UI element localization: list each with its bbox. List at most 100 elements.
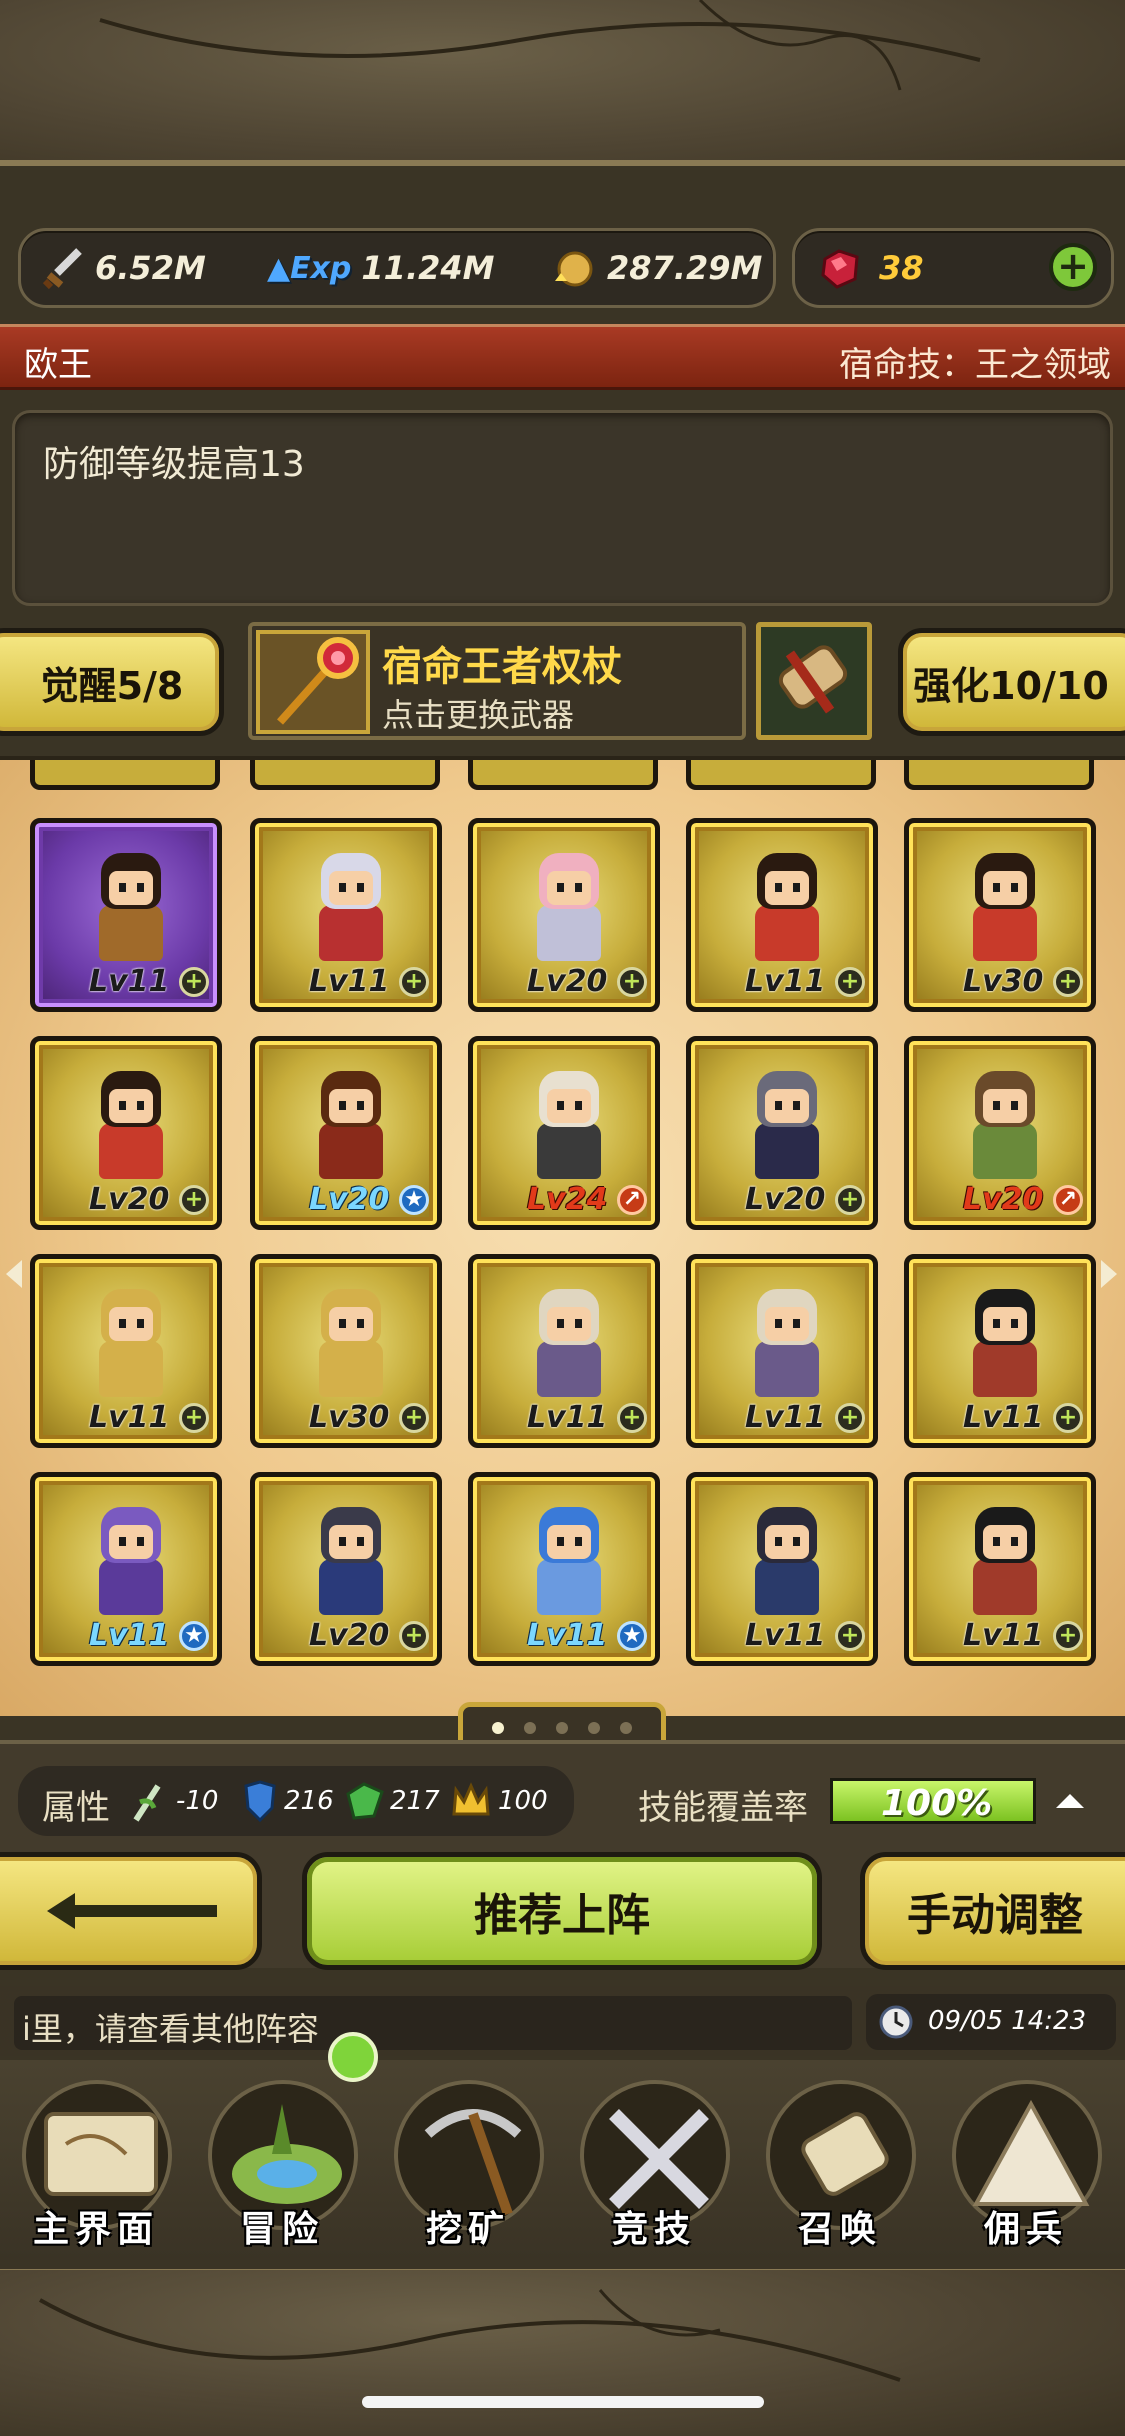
- hero-card[interactable]: Lv20 +: [686, 1036, 878, 1230]
- hero-level: Lv11: [89, 1400, 170, 1435]
- hero-portrait: [737, 845, 837, 965]
- nav-summon[interactable]: 召唤: [748, 2060, 932, 2260]
- page-left-arrow-icon[interactable]: [6, 1260, 22, 1288]
- page-dot: [620, 1722, 632, 1734]
- skill-description-box: 防御等级提高13: [12, 410, 1113, 606]
- hero-card[interactable]: Lv20 +: [250, 1472, 442, 1666]
- shield-icon: [242, 1780, 278, 1824]
- upgrade-plus-icon: +: [179, 967, 209, 997]
- hero-card[interactable]: Lv30 +: [250, 1254, 442, 1448]
- hero-card[interactable]: Lv24 ↗: [468, 1036, 660, 1230]
- nav-adventure[interactable]: 冒险: [190, 2060, 374, 2260]
- page-dot: [588, 1722, 600, 1734]
- weapon-selector[interactable]: 宿命王者权杖 点击更换武器: [248, 622, 746, 740]
- star-badge-icon: ★: [179, 1621, 209, 1651]
- enhance-button[interactable]: 强化10/10: [898, 628, 1125, 736]
- hero-level: Lv20: [309, 1618, 390, 1653]
- back-button[interactable]: [0, 1852, 262, 1970]
- scepter-icon: [256, 630, 370, 734]
- card-partial: [250, 760, 440, 790]
- hero-card[interactable]: Lv11 +: [686, 1472, 878, 1666]
- gem-value: 38: [879, 249, 924, 287]
- nav-label: 主界面: [32, 2209, 159, 2250]
- hero-level: Lv11: [745, 1618, 826, 1653]
- star-badge-icon: ★: [399, 1185, 429, 1215]
- hero-card[interactable]: Lv11 +: [468, 1254, 660, 1448]
- hero-card[interactable]: Lv11 +: [30, 1254, 222, 1448]
- hero-level: Lv11: [89, 964, 170, 999]
- attribute-label: 属性: [42, 1788, 110, 1828]
- hero-title-bar: 欧王 宿命技：王之领域: [0, 324, 1125, 390]
- upgrade-plus-icon: +: [399, 967, 429, 997]
- page-dot: [556, 1722, 568, 1734]
- message-ticker[interactable]: i里，请查看其他阵容: [14, 1996, 852, 2050]
- hero-card[interactable]: Lv11 +: [686, 1254, 878, 1448]
- add-gems-button[interactable]: +: [1049, 243, 1097, 291]
- hero-portrait: [519, 845, 619, 965]
- nav-label: 佣兵: [983, 2209, 1068, 2250]
- hero-portrait: [955, 1063, 1055, 1183]
- hero-level: Lv11: [527, 1400, 608, 1435]
- defense-value: 216: [284, 1786, 334, 1816]
- upgrade-plus-icon: +: [179, 1403, 209, 1433]
- nav-home[interactable]: 主界面: [4, 2060, 188, 2260]
- clock-icon: [878, 2004, 914, 2040]
- upgrade-plus-icon: +: [399, 1403, 429, 1433]
- hero-portrait: [737, 1499, 837, 1619]
- hero-card[interactable]: Lv30 +: [904, 818, 1096, 1012]
- attack-value: 6.52M: [95, 249, 206, 287]
- hero-portrait: [955, 845, 1055, 965]
- recommend-lineup-button[interactable]: 推荐上阵: [302, 1852, 822, 1970]
- star-badge-icon: ★: [617, 1621, 647, 1651]
- home-indicator[interactable]: [362, 2396, 764, 2408]
- hero-level: Lv24: [527, 1182, 608, 1217]
- hero-level: Lv20: [963, 1182, 1044, 1217]
- sword-icon: [39, 245, 85, 291]
- hero-portrait: [955, 1281, 1055, 1401]
- manual-adjust-button[interactable]: 手动调整: [860, 1852, 1125, 1970]
- hero-card[interactable]: Lv11 ★: [30, 1472, 222, 1666]
- ruby-icon: [817, 245, 863, 291]
- hero-card[interactable]: Lv11 +: [250, 818, 442, 1012]
- hero-level: Lv20: [527, 964, 608, 999]
- destiny-skill[interactable]: 宿命技：王之领域: [839, 337, 1111, 386]
- hero-card[interactable]: Lv11 ★: [468, 1472, 660, 1666]
- hero-portrait: [301, 845, 401, 965]
- hero-name: 欧王: [24, 345, 92, 385]
- nav-mining[interactable]: 挖矿: [376, 2060, 560, 2260]
- exp-icon: ▲Exp: [267, 250, 352, 286]
- hero-portrait: [81, 1063, 181, 1183]
- hero-level: Lv11: [745, 1400, 826, 1435]
- hero-card[interactable]: Lv20 +: [468, 818, 660, 1012]
- nav-mercenary[interactable]: 佣兵: [934, 2060, 1118, 2260]
- hero-card[interactable]: Lv20 ★: [250, 1036, 442, 1230]
- hero-level: Lv11: [89, 1618, 170, 1653]
- upgrade-plus-icon: +: [179, 1185, 209, 1215]
- hero-portrait: [81, 1281, 181, 1401]
- hero-portrait: [737, 1281, 837, 1401]
- clock-time: 09/05 14:23: [928, 2006, 1087, 2036]
- upgrade-plus-icon: +: [399, 1621, 429, 1651]
- hero-card[interactable]: Lv11 +: [904, 1254, 1096, 1448]
- page-right-arrow-icon[interactable]: [1101, 1260, 1117, 1288]
- hero-level: Lv11: [309, 964, 390, 999]
- hero-portrait: [519, 1063, 619, 1183]
- hero-card[interactable]: Lv20 +: [30, 1036, 222, 1230]
- hero-card[interactable]: Lv11 +: [30, 818, 222, 1012]
- card-partial: [468, 760, 658, 790]
- hero-card[interactable]: Lv11 +: [686, 818, 878, 1012]
- upgrade-plus-icon: +: [617, 967, 647, 997]
- hero-level: Lv20: [745, 1182, 826, 1217]
- hero-card[interactable]: Lv20 ↗: [904, 1036, 1096, 1230]
- exp-value: 11.24M: [361, 249, 495, 287]
- nav-arena[interactable]: 竞技: [562, 2060, 746, 2260]
- hero-portrait: [519, 1281, 619, 1401]
- gold-coin-icon: [549, 245, 595, 291]
- hero-card[interactable]: Lv11 +: [904, 1472, 1096, 1666]
- awaken-button[interactable]: 觉醒5/8: [0, 628, 224, 736]
- scroll-item-icon[interactable]: [756, 622, 872, 740]
- hero-level: Lv20: [89, 1182, 170, 1217]
- ticker-text: i里，请查看其他阵容: [22, 2010, 319, 2048]
- chevron-up-icon[interactable]: [1052, 1786, 1088, 1816]
- card-partial: [904, 760, 1094, 790]
